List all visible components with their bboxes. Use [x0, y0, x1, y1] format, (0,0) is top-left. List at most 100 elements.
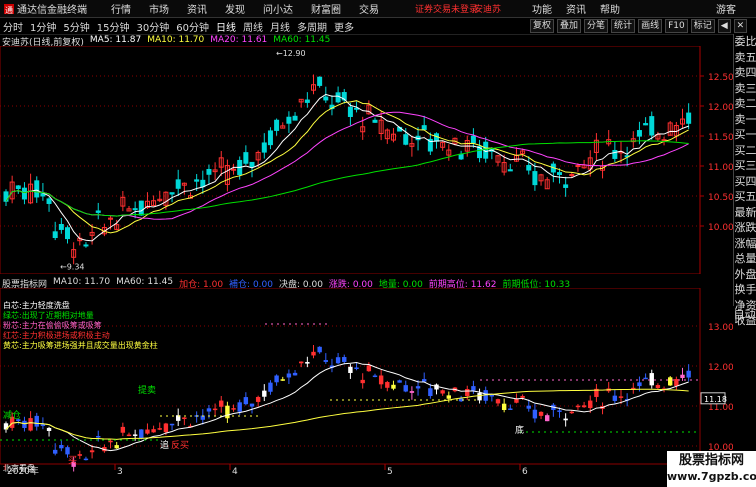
- restore-rights-button[interactable]: 复权: [530, 19, 555, 33]
- candle-body: [470, 135, 476, 144]
- ind-candle-body: [637, 382, 642, 387]
- ind-candle-body: [403, 385, 408, 392]
- candle-body: [206, 168, 212, 175]
- ind-candle-body: [132, 434, 138, 436]
- main-menu: 行情 市场 资讯 发现 问小达 财富圈 交易: [111, 1, 379, 16]
- candle-body: [526, 165, 532, 171]
- period-monthly[interactable]: 月线: [270, 19, 290, 34]
- menu-item-quote[interactable]: 行情: [111, 1, 131, 16]
- candle-body: [347, 106, 353, 117]
- indicator-chart[interactable]: 13.0012.0011.0010.0011.18减仓提卖追 反买底买北京看盘20…: [0, 288, 733, 476]
- stats-button[interactable]: 统计: [611, 19, 636, 33]
- ind-candle-body: [231, 408, 236, 410]
- ind-candle-body: [243, 397, 249, 405]
- prev-icon[interactable]: ◀: [717, 19, 731, 33]
- candle-body: [52, 231, 58, 238]
- ind-candle-body: [588, 400, 593, 409]
- sidebar-sell2: 卖二: [734, 97, 756, 110]
- candle-body: [261, 142, 267, 153]
- candle-body: [292, 115, 298, 121]
- app-brand: 通 通达信金融终端: [4, 1, 87, 16]
- ind-candle-body: [157, 428, 162, 430]
- sidebar-sell3: 卖三: [734, 81, 756, 95]
- ind-candle-body: [96, 436, 101, 438]
- ind-candle-body: [612, 395, 618, 401]
- sidebar-latest: 最新: [734, 205, 756, 219]
- menu-item-discover[interactable]: 发现: [225, 1, 245, 16]
- overlay-button[interactable]: 叠加: [557, 19, 582, 33]
- period-15min[interactable]: 15分钟: [97, 19, 130, 34]
- watermark-url: www.7gpzb.com: [667, 470, 756, 483]
- candle-body: [200, 179, 206, 188]
- label-bottom: 底: [515, 424, 524, 436]
- period-5min[interactable]: 5分钟: [63, 19, 89, 34]
- draw-line-button[interactable]: 画线: [638, 19, 663, 33]
- tick-button[interactable]: 分笔: [584, 19, 609, 33]
- user-guest[interactable]: 游客: [716, 1, 736, 16]
- ind-candle-body: [182, 417, 187, 419]
- menu-item-market[interactable]: 市场: [149, 1, 169, 16]
- candle-body: [58, 224, 64, 230]
- ind-candle-body: [262, 390, 267, 397]
- ind-tick-label: 11.00: [708, 403, 733, 413]
- menu-item-function[interactable]: 功能: [532, 1, 552, 16]
- ind-candle-body: [53, 449, 58, 454]
- period-weekly[interactable]: 周线: [243, 19, 263, 34]
- candle-body: [286, 116, 292, 124]
- ind-candle-body: [495, 399, 501, 404]
- app-logo-icon: 通: [4, 3, 14, 14]
- period-1min[interactable]: 1分钟: [30, 19, 56, 34]
- period-more[interactable]: 更多: [334, 19, 354, 34]
- candle-body: [403, 134, 409, 145]
- menu-item-help[interactable]: 帮助: [600, 1, 620, 16]
- ind-candle-body: [415, 386, 421, 389]
- auto-label[interactable]: 自动: [733, 306, 756, 322]
- period-fenshi[interactable]: 分时: [3, 19, 23, 34]
- ind-candle-body: [40, 424, 46, 426]
- ind-candle-body: [409, 391, 415, 393]
- candle-body: [138, 200, 144, 216]
- ind-candle-body: [206, 408, 212, 412]
- ind-candle-body: [83, 458, 89, 461]
- ind-candle-body: [237, 402, 242, 412]
- ind-candle-body: [268, 382, 273, 392]
- ind-candle-body: [305, 362, 310, 364]
- ind-candle-body: [34, 415, 39, 427]
- ind-candle-body: [618, 396, 624, 398]
- date-tick-label: 3: [117, 467, 123, 476]
- sidebar-buy4: 买四: [734, 174, 756, 188]
- f10-button[interactable]: F10: [665, 19, 688, 33]
- period-multi[interactable]: 多周期: [297, 19, 327, 34]
- ind-candle-body: [335, 357, 341, 364]
- ind-candle-body: [280, 379, 285, 381]
- login-warning[interactable]: 证券交易未登录: [415, 2, 478, 15]
- menu-item-trade[interactable]: 交易: [359, 1, 379, 16]
- close-icon[interactable]: ✕: [733, 19, 748, 33]
- candle-body: [15, 185, 21, 190]
- menu-item-ask[interactable]: 问小达: [263, 1, 293, 16]
- candle-body: [575, 165, 581, 168]
- ind-candle-body: [317, 346, 322, 353]
- period-daily[interactable]: 日线: [216, 19, 236, 34]
- date-tick-label: 5: [387, 467, 393, 476]
- menu-item-news[interactable]: 资讯: [187, 1, 207, 16]
- mark-button[interactable]: 标记: [690, 19, 715, 33]
- low-price-mark: ←9.34: [60, 263, 85, 272]
- ind-candle-body: [360, 379, 365, 384]
- candle-body: [83, 244, 89, 247]
- ind-candle-body: [89, 450, 95, 453]
- ind-candle-body: [532, 409, 538, 419]
- period-60min[interactable]: 60分钟: [176, 19, 209, 34]
- main-chart-frame: [0, 46, 701, 274]
- candle-body: [557, 172, 562, 175]
- ind-candle-body: [501, 403, 507, 410]
- ind-candle-body: [563, 418, 568, 421]
- menu-item-wealth[interactable]: 财富圈: [311, 1, 341, 16]
- period-30min[interactable]: 30分钟: [136, 19, 169, 34]
- ind-candle-body: [520, 395, 525, 398]
- label-chase: 追: [160, 439, 169, 451]
- candle-body: [458, 153, 464, 160]
- candlestick-chart[interactable]: 12.50 12.00 11.50 11.00 10.50 10.00 ←12.90 ←9.3…: [0, 46, 733, 274]
- menu-item-info[interactable]: 资讯: [566, 1, 586, 16]
- ind-candle-body: [46, 427, 52, 431]
